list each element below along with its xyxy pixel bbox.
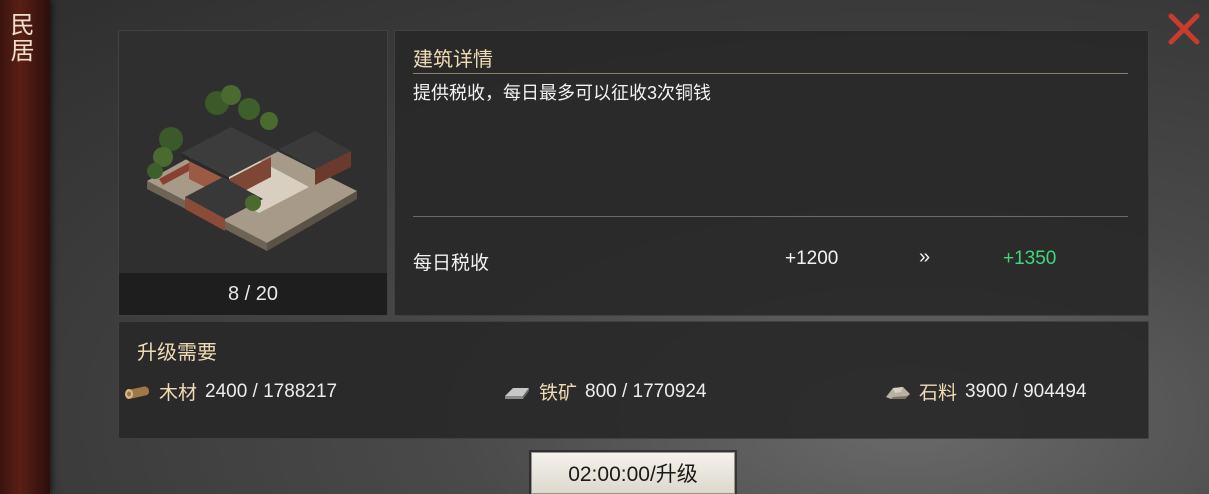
side-banner: 民居 xyxy=(0,0,50,494)
daily-tax-label: 每日税收 xyxy=(413,253,490,274)
wood-amount: 2400 / 1788217 xyxy=(205,380,338,402)
daily-tax-current: +1200 xyxy=(785,248,839,269)
upgrade-requirements-panel: 升级需要 木材 2400 / 1788217 铁矿 800 / 1770924 … xyxy=(118,321,1149,439)
stone-amount: 3900 / 904494 xyxy=(965,380,1087,402)
building-name: 民居 xyxy=(6,12,34,64)
wood-log-icon xyxy=(125,386,150,399)
requirement-stone: 石料 3900 / 904494 xyxy=(883,378,1087,405)
wood-label: 木材 xyxy=(159,383,198,404)
iron-ingot-icon xyxy=(505,387,529,399)
building-illustration xyxy=(119,31,387,273)
requirement-iron: 铁矿 800 / 1770924 xyxy=(501,378,707,405)
daily-tax-next: +1350 xyxy=(1003,248,1057,269)
double-chevron-right-icon: » xyxy=(919,246,931,268)
detail-divider xyxy=(413,216,1128,217)
building-description: 提供税收，每日最多可以征收3次铜钱 xyxy=(413,83,712,103)
stone-label: 石料 xyxy=(919,383,958,404)
upgrade-button[interactable]: 02:00:00/升级 xyxy=(531,452,735,494)
close-icon xyxy=(1168,13,1200,45)
iron-label: 铁矿 xyxy=(539,383,578,404)
stone-icon xyxy=(886,386,910,399)
title-divider xyxy=(413,73,1128,74)
building-detail-panel: 建筑详情 提供税收，每日最多可以征收3次铜钱 每日税收 +1200 » +135… xyxy=(394,30,1149,316)
close-button[interactable] xyxy=(1167,12,1201,46)
requirement-wood: 木材 2400 / 1788217 xyxy=(123,378,337,405)
detail-title: 建筑详情 xyxy=(413,49,493,71)
building-level: 8 / 20 xyxy=(119,273,387,315)
building-image-panel: 8 / 20 xyxy=(118,30,388,316)
iron-amount: 800 / 1770924 xyxy=(585,380,707,402)
requirements-title: 升级需要 xyxy=(137,342,217,364)
